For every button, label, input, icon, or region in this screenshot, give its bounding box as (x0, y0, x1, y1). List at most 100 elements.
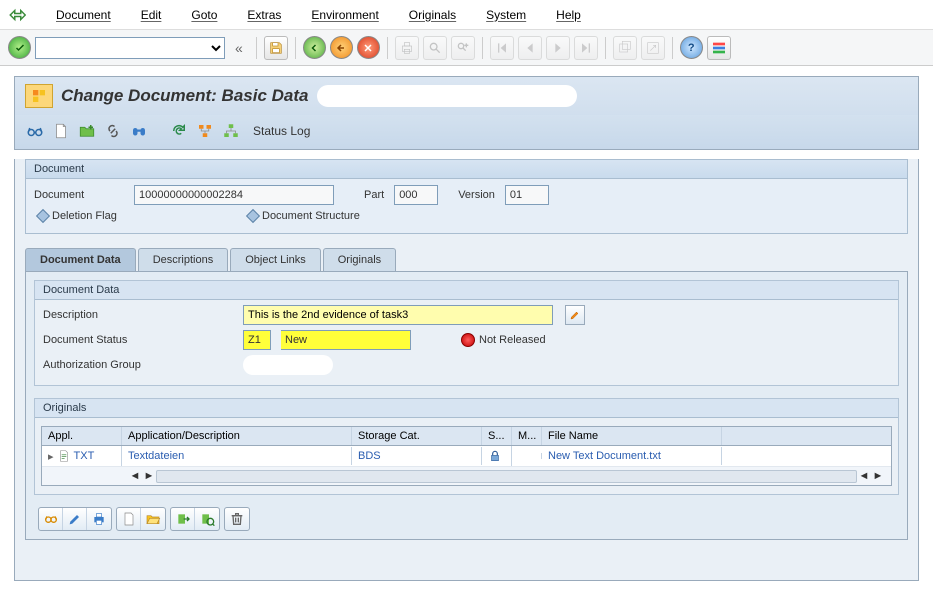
document-number-field[interactable] (134, 185, 334, 205)
document-structure-label: Document Structure (262, 210, 360, 222)
txt-file-icon (57, 449, 71, 463)
separator (256, 37, 257, 59)
open-original-button[interactable] (141, 508, 165, 530)
display-original-button[interactable] (39, 508, 63, 530)
help-button[interactable]: ? (680, 36, 703, 59)
command-field[interactable] (35, 37, 225, 59)
version-field[interactable] (505, 185, 549, 205)
next-page-button[interactable] (546, 36, 570, 60)
edit-description-button[interactable] (565, 305, 585, 325)
originals-group-title: Originals (35, 399, 898, 418)
status-label: Document Status (43, 334, 233, 346)
new-doc-icon[interactable] (51, 121, 71, 141)
row-file[interactable]: New Text Document.txt (548, 450, 661, 462)
checkin-button[interactable] (171, 508, 195, 530)
print-original-button[interactable] (87, 508, 111, 530)
row-expand-icon[interactable]: ▸ (48, 450, 54, 463)
exit-button[interactable] (330, 36, 353, 59)
redacted-authgroup (243, 355, 333, 375)
menu-help[interactable]: Help (556, 8, 581, 22)
delete-original-button[interactable] (225, 508, 249, 530)
refresh-icon[interactable] (169, 121, 189, 141)
tab-object-links[interactable]: Object Links (230, 248, 321, 271)
row-desc[interactable]: Textdateien (128, 450, 184, 462)
enter-button[interactable] (8, 36, 31, 59)
menu-extras[interactable]: Extras (247, 8, 281, 22)
col-file[interactable]: File Name (542, 427, 722, 445)
not-released-label: Not Released (479, 334, 546, 346)
col-desc[interactable]: Application/Description (122, 427, 352, 445)
document-label: Document (34, 189, 124, 201)
status-log-link[interactable]: Status Log (253, 124, 310, 138)
glasses-icon[interactable] (25, 121, 45, 141)
description-field[interactable] (243, 305, 553, 325)
separator (482, 37, 483, 59)
find-next-button[interactable] (451, 36, 475, 60)
print-button[interactable] (395, 36, 419, 60)
col-s[interactable]: S... (482, 427, 512, 445)
prev-page-button[interactable] (518, 36, 542, 60)
scroll-left2-icon[interactable]: ◄ (857, 469, 871, 483)
document-data-group-title: Document Data (35, 281, 898, 300)
col-appl[interactable]: Appl. (42, 427, 122, 445)
row-appl[interactable]: TXT (74, 450, 95, 462)
menu-environment[interactable]: Environment (311, 8, 378, 22)
diamond-icon (246, 209, 260, 223)
tab-descriptions[interactable]: Descriptions (138, 248, 229, 271)
layout-menu-button[interactable] (707, 36, 731, 60)
link-icon[interactable] (103, 121, 123, 141)
tab-body: Document Data Description Document Statu… (25, 271, 908, 540)
part-label: Part (364, 189, 384, 201)
first-page-button[interactable] (490, 36, 514, 60)
row-m (512, 453, 542, 459)
tab-strip: Document Data Descriptions Object Links … (25, 248, 908, 271)
scroll-left-icon[interactable]: ◄ (128, 469, 142, 483)
scroll-right2-icon[interactable]: ► (871, 469, 885, 483)
menu-originals[interactable]: Originals (409, 8, 456, 22)
tab-document-data[interactable]: Document Data (25, 248, 136, 271)
document-header-title: Document (26, 160, 907, 179)
binoculars-icon[interactable] (129, 121, 149, 141)
lock-icon (488, 449, 502, 463)
originals-table: Appl. Application/Description Storage Ca… (41, 426, 892, 486)
menu-document[interactable]: Document (56, 8, 111, 22)
status-code-field[interactable] (243, 330, 271, 350)
last-page-button[interactable] (574, 36, 598, 60)
shortcut-button[interactable] (641, 36, 665, 60)
col-m[interactable]: M... (512, 427, 542, 445)
separator (672, 37, 673, 59)
back-button[interactable] (303, 36, 326, 59)
description-label: Description (43, 309, 233, 321)
hierarchy-icon[interactable] (221, 121, 241, 141)
document-title-icon (25, 84, 53, 108)
row-storage[interactable]: BDS (358, 450, 381, 462)
title-panel: Change Document: Basic Data Status Log (14, 76, 919, 150)
save-button[interactable] (264, 36, 288, 60)
collapse-command-icon[interactable]: « (229, 40, 249, 56)
col-storage[interactable]: Storage Cat. (352, 427, 482, 445)
part-field[interactable] (394, 185, 438, 205)
scroll-track[interactable] (156, 470, 857, 483)
edit-original-button[interactable] (63, 508, 87, 530)
separator (387, 37, 388, 59)
deletion-flag-label: Deletion Flag (52, 210, 117, 222)
new-folder-icon[interactable] (77, 121, 97, 141)
originals-table-header: Appl. Application/Description Storage Ca… (42, 427, 891, 446)
menu-edit[interactable]: Edit (141, 8, 162, 22)
originals-scrollbar: ◄ ► ◄ ► (42, 467, 891, 485)
tab-originals[interactable]: Originals (323, 248, 396, 271)
scroll-right-icon[interactable]: ► (142, 469, 156, 483)
redacted-title-area (317, 85, 577, 107)
flow-icon[interactable] (195, 121, 215, 141)
cancel-button[interactable] (357, 36, 380, 59)
sap-ok-enter-icon[interactable] (8, 6, 26, 24)
create-original-button[interactable] (117, 508, 141, 530)
originals-group: Originals Appl. Application/Description … (34, 398, 899, 495)
menu-goto[interactable]: Goto (191, 8, 217, 22)
new-session-button[interactable] (613, 36, 637, 60)
menu-bar: Document Edit Goto Extras Environment Or… (0, 0, 933, 30)
originals-row[interactable]: ▸ TXT Textdateien BDS New Text Document.… (42, 446, 891, 467)
checkout-button[interactable] (195, 508, 219, 530)
menu-system[interactable]: System (486, 8, 526, 22)
find-button[interactable] (423, 36, 447, 60)
